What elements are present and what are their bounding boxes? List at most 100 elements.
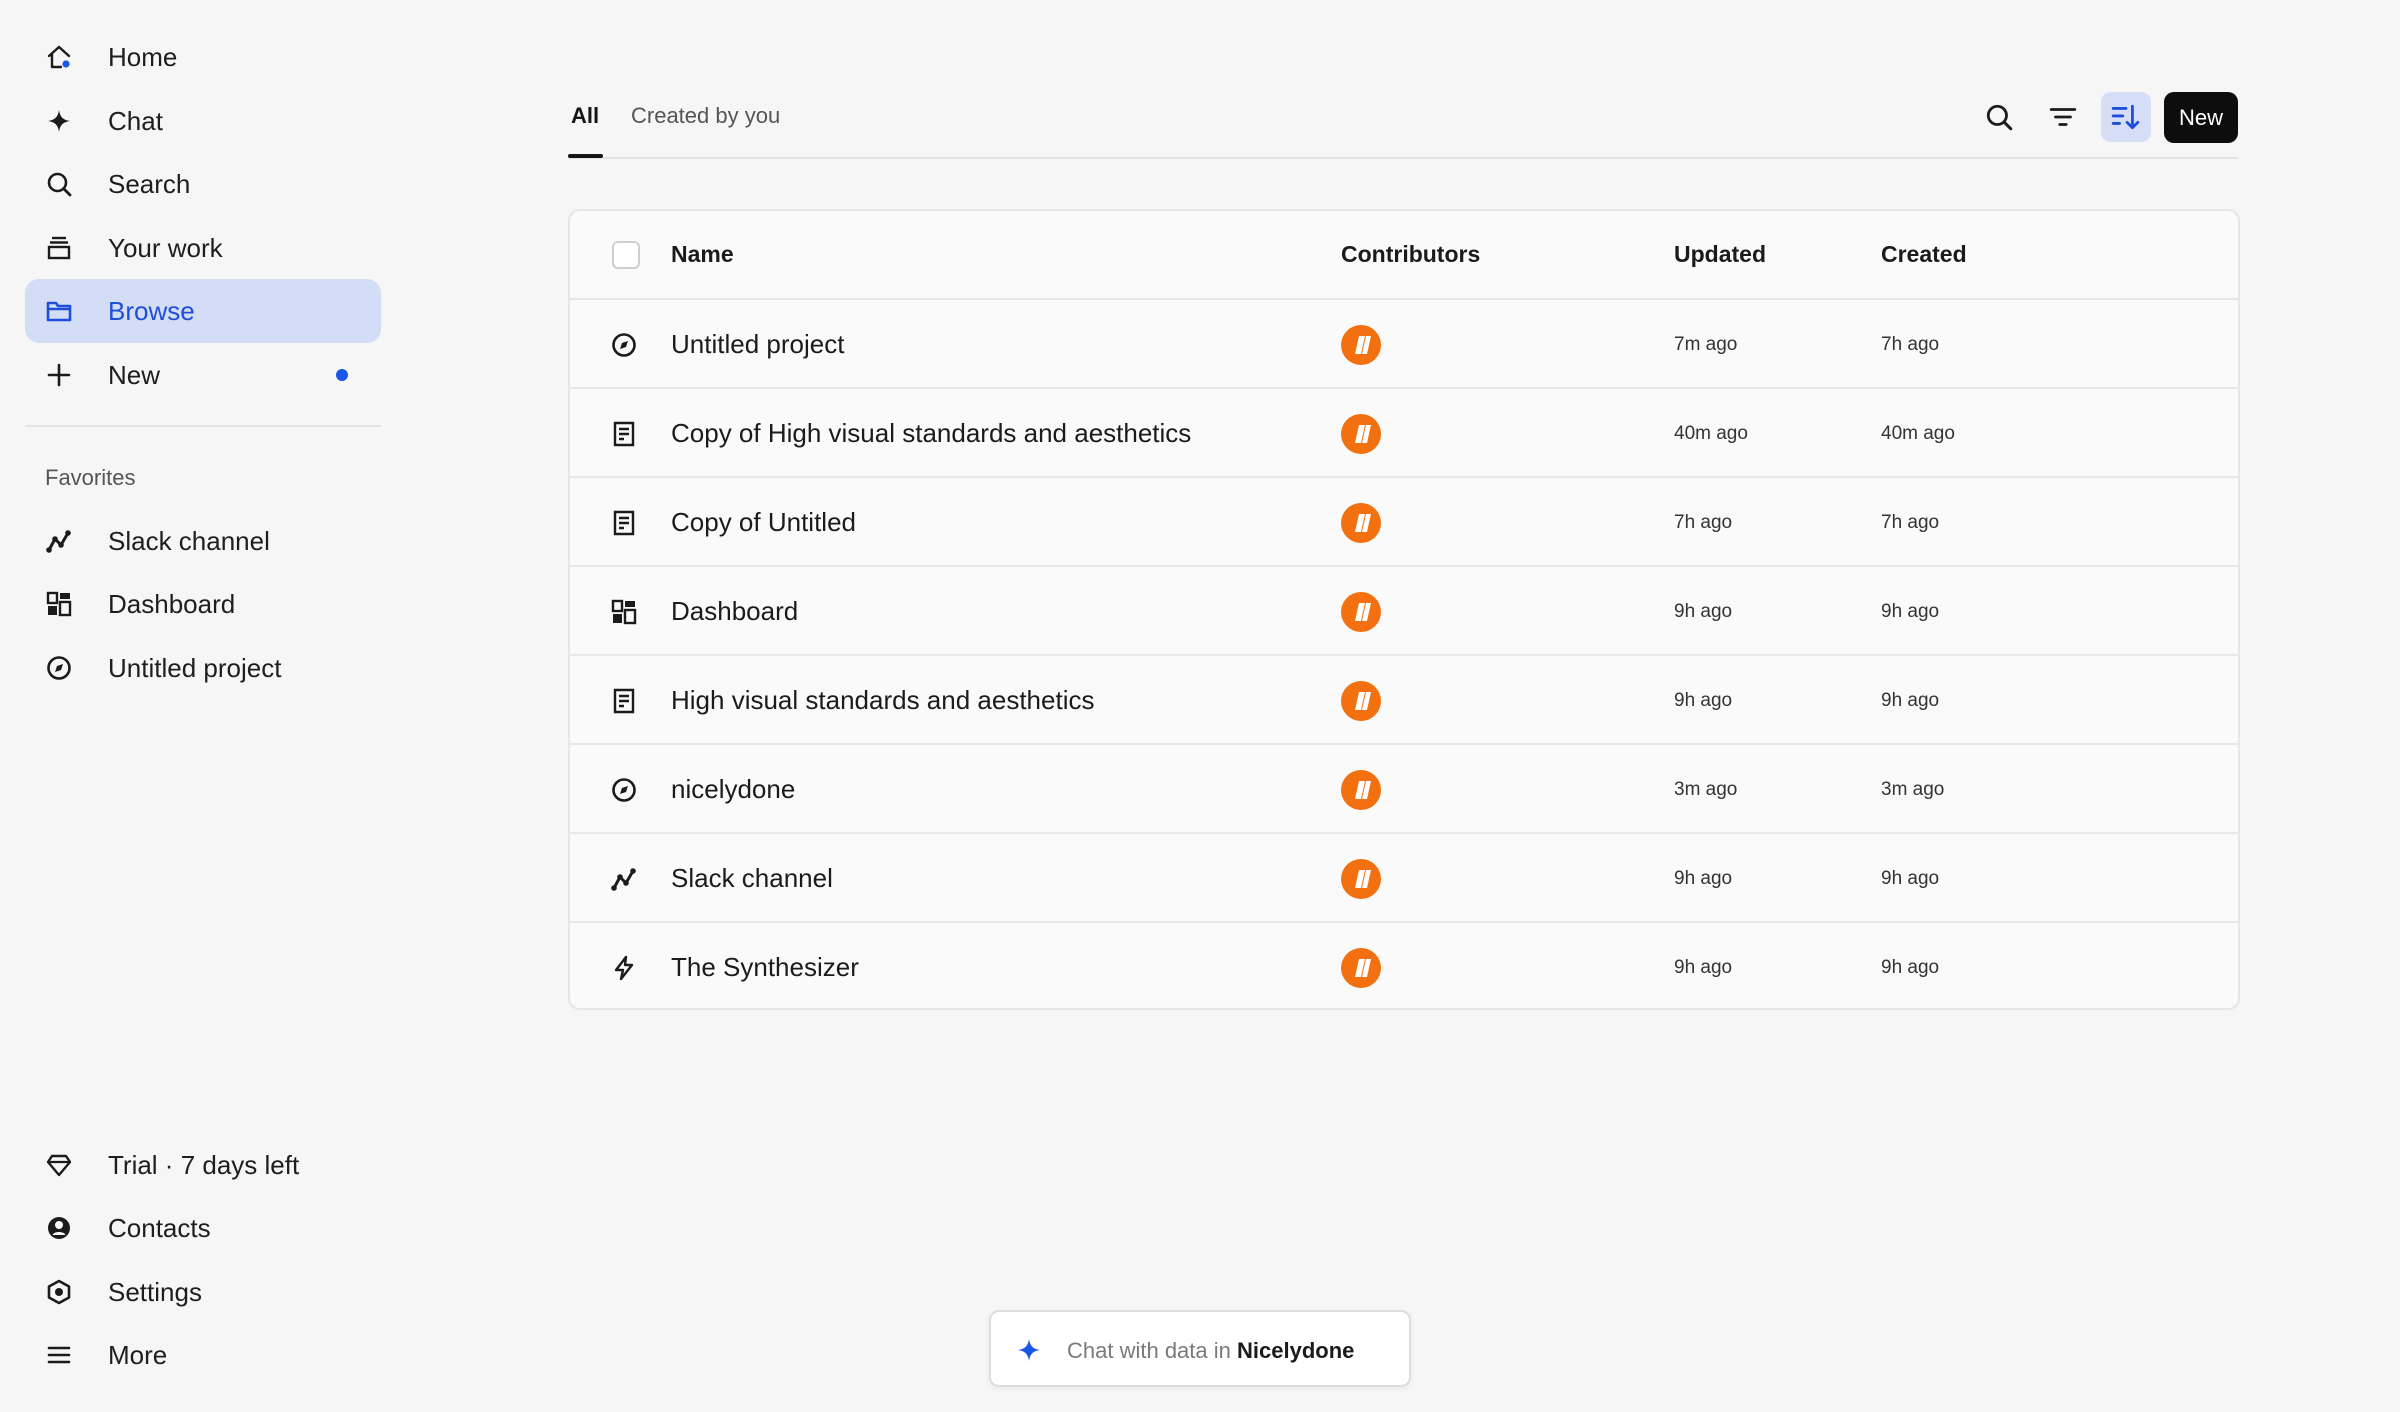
sidebar-item-settings[interactable]: Settings xyxy=(25,1260,381,1324)
contributor-avatar xyxy=(1341,592,1381,632)
search-icon xyxy=(1984,102,2014,132)
plus-icon xyxy=(45,361,73,389)
sparkle-icon xyxy=(1015,1336,1043,1364)
table-row[interactable]: Copy of High visual standards and aesthe… xyxy=(570,389,2238,478)
row-name: Copy of High visual standards and aesthe… xyxy=(671,418,1192,448)
row-name: The Synthesizer xyxy=(671,952,859,982)
select-all-checkbox[interactable] xyxy=(612,241,640,269)
chat-pill-workspace: Nicelydone xyxy=(1237,1338,1355,1363)
tabs-divider xyxy=(568,157,2238,159)
row-updated: 7m ago xyxy=(1674,334,1738,355)
table-row[interactable]: Slack channel 9h ago 9h ago xyxy=(570,834,2238,923)
column-header-updated[interactable]: Updated xyxy=(1674,241,1766,268)
chat-pill-text: Chat with data in Nicelydone xyxy=(1067,1338,1354,1364)
row-name: Slack channel xyxy=(671,863,833,893)
sort-button[interactable] xyxy=(2101,92,2151,142)
row-created: 7h ago xyxy=(1881,334,1940,355)
line-chart-icon xyxy=(45,527,73,555)
contributor-avatar xyxy=(1341,503,1381,543)
contributor-avatar xyxy=(1341,325,1381,365)
sidebar-item-label: Browse xyxy=(108,295,195,326)
table-row[interactable]: Dashboard 9h ago 9h ago xyxy=(570,567,2238,656)
favorite-item-dashboard[interactable]: Dashboard xyxy=(25,572,381,636)
lightning-icon xyxy=(610,954,638,982)
compass-icon xyxy=(610,331,638,359)
contributor-avatar xyxy=(1341,414,1381,454)
table-row[interactable]: nicelydone 3m ago 3m ago xyxy=(570,745,2238,834)
row-updated: 9h ago xyxy=(1674,601,1733,622)
row-updated: 7h ago xyxy=(1674,512,1733,533)
sidebar-item-chat[interactable]: Chat xyxy=(25,89,381,153)
sidebar-item-label: Home xyxy=(108,41,178,72)
row-updated: 9h ago xyxy=(1674,690,1733,711)
sidebar-item-label: Search xyxy=(108,168,191,199)
contributor-avatar xyxy=(1341,770,1381,810)
sidebar-item-trial[interactable]: Trial · 7 days left xyxy=(25,1133,381,1197)
contributor-avatar xyxy=(1341,859,1381,899)
favorite-item-label: Slack channel xyxy=(108,525,270,556)
table-row[interactable]: Untitled project 7m ago 7h ago xyxy=(570,300,2238,389)
diamond-icon xyxy=(45,1151,73,1179)
table-row[interactable]: High visual standards and aesthetics 9h … xyxy=(570,656,2238,745)
dashboard-icon xyxy=(610,598,638,626)
sidebar-item-search[interactable]: Search xyxy=(25,152,381,216)
browse-table: Name Contributors Updated Created Untitl… xyxy=(568,209,2240,1010)
favorite-item-label: Untitled project xyxy=(108,652,282,683)
sidebar-item-label: Chat xyxy=(108,105,163,136)
tab-created-by-you[interactable]: Created by you xyxy=(631,103,780,129)
sidebar-item-label: Trial · 7 days left xyxy=(108,1149,300,1180)
sidebar-item-browse[interactable]: Browse xyxy=(25,279,381,343)
table-row[interactable]: Copy of Untitled 7h ago 7h ago xyxy=(570,478,2238,567)
dashboard-icon xyxy=(45,590,73,618)
chat-pill-prefix: Chat with data in xyxy=(1067,1338,1231,1363)
row-name: nicelydone xyxy=(671,774,796,804)
row-name: Untitled project xyxy=(671,329,845,359)
row-updated: 9h ago xyxy=(1674,957,1733,978)
sidebar-item-label: Your work xyxy=(108,232,223,263)
tab-all[interactable]: All xyxy=(571,103,599,129)
row-created: 9h ago xyxy=(1881,690,1940,711)
sidebar-item-label: New xyxy=(108,359,161,390)
sidebar-item-more[interactable]: More xyxy=(25,1323,381,1387)
favorite-item-slack-channel[interactable]: Slack channel xyxy=(25,509,381,573)
row-created: 40m ago xyxy=(1881,423,1955,444)
sidebar-item-label: Contacts xyxy=(108,1212,211,1243)
row-name: Dashboard xyxy=(671,596,799,626)
sidebar-item-new[interactable]: New xyxy=(25,343,381,407)
contact-icon xyxy=(45,1214,73,1242)
line-chart-icon xyxy=(610,865,638,893)
row-updated: 9h ago xyxy=(1674,868,1733,889)
home-icon xyxy=(45,43,73,71)
document-icon xyxy=(610,509,638,537)
favorite-item-untitled-project[interactable]: Untitled project xyxy=(25,636,381,700)
sidebar-item-home[interactable]: Home xyxy=(25,25,381,89)
column-header-created[interactable]: Created xyxy=(1881,241,1967,268)
contributor-avatar xyxy=(1341,948,1381,988)
row-updated: 40m ago xyxy=(1674,423,1748,444)
row-name: Copy of Untitled xyxy=(671,507,856,537)
search-button[interactable] xyxy=(1974,92,2024,142)
folder-icon xyxy=(45,297,73,325)
compass-icon xyxy=(45,654,73,682)
sidebar: Home Chat Search Your work Browse New Fa… xyxy=(0,0,400,1412)
document-icon xyxy=(610,420,638,448)
chat-with-data-button[interactable]: Chat with data in Nicelydone xyxy=(989,1310,1411,1387)
row-created: 9h ago xyxy=(1881,957,1940,978)
sidebar-item-label: More xyxy=(108,1339,168,1370)
row-updated: 3m ago xyxy=(1674,779,1738,800)
search-icon xyxy=(45,170,73,198)
row-created: 9h ago xyxy=(1881,868,1940,889)
filter-button[interactable] xyxy=(2038,92,2088,142)
sidebar-item-your-work[interactable]: Your work xyxy=(25,216,381,280)
favorite-item-label: Dashboard xyxy=(108,588,236,619)
sparkle-icon xyxy=(45,107,73,135)
new-button[interactable]: New xyxy=(2164,92,2238,143)
table-row[interactable]: The Synthesizer 9h ago 9h ago xyxy=(570,923,2238,1008)
column-header-contributors[interactable]: Contributors xyxy=(1341,241,1480,268)
table-header: Name Contributors Updated Created xyxy=(570,211,2238,300)
filter-icon xyxy=(2048,102,2078,132)
sort-icon xyxy=(2111,102,2141,132)
column-header-name[interactable]: Name xyxy=(671,241,734,268)
compass-icon xyxy=(610,776,638,804)
sidebar-item-contacts[interactable]: Contacts xyxy=(25,1196,381,1260)
